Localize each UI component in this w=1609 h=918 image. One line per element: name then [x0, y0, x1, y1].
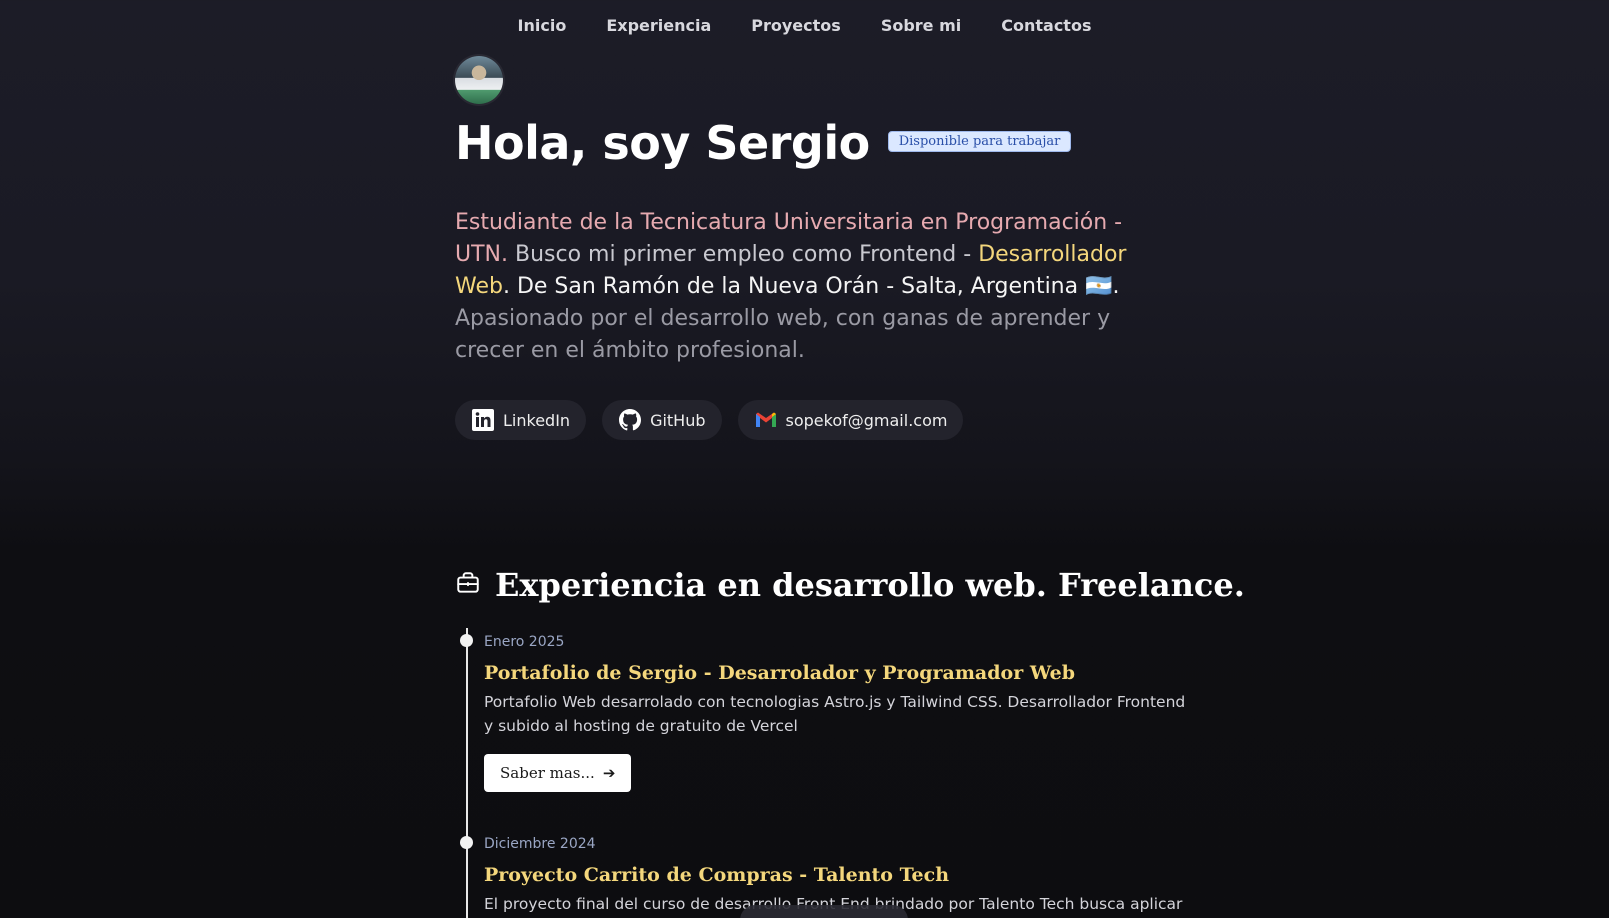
avatar: [455, 56, 503, 104]
intro-passion-text: Apasionado por el desarrollo web, con ga…: [455, 306, 1111, 363]
intro-location-text: . De San Ramón de la Nueva Orán - Salta,…: [502, 274, 1120, 299]
nav-link-experiencia[interactable]: Experiencia: [606, 16, 711, 35]
briefcase-icon: [455, 570, 481, 600]
timeline-line: [466, 628, 468, 918]
linkedin-label: LinkedIn: [503, 410, 571, 430]
email-label: sopekof@gmail.com: [785, 410, 948, 430]
experience-title: Experiencia en desarrollo web. Freelance…: [495, 566, 1245, 604]
entry-date: Enero 2025: [484, 634, 565, 650]
arrow-right-icon: ➔: [602, 764, 616, 782]
github-icon: [618, 408, 642, 432]
linkedin-icon: [471, 408, 495, 432]
saber-mas-button[interactable]: Saber mas... ➔: [484, 754, 632, 792]
nav-link-sobre-mi[interactable]: Sobre mi: [881, 16, 961, 35]
social-links: LinkedIn GitHub sopekof@gmail.com: [455, 400, 964, 440]
github-button[interactable]: GitHub: [602, 400, 722, 440]
entry-description: Portafolio Web desarrolado con tecnologi…: [484, 693, 1186, 735]
saber-mas-label: Saber mas...: [500, 764, 595, 782]
hero-intro: Estudiante de la Tecnicatura Universitar…: [455, 207, 1175, 367]
floating-dock[interactable]: [740, 905, 908, 918]
nav-link-contactos[interactable]: Contactos: [1001, 16, 1091, 35]
intro-job-text: Busco mi primer empleo como Frontend -: [508, 242, 979, 267]
availability-badge: Disponible para trabajar: [887, 130, 1072, 152]
entry-title: Proyecto Carrito de Compras - Talento Te…: [484, 864, 950, 886]
nav-link-proyectos[interactable]: Proyectos: [751, 16, 841, 35]
timeline-dot: [460, 836, 473, 849]
entry-date: Diciembre 2024: [484, 836, 596, 852]
hero-heading-row: Hola, soy Sergio Disponible para trabaja…: [455, 116, 1072, 170]
linkedin-button[interactable]: LinkedIn: [455, 400, 587, 440]
experience-entry: Enero 2025 Portafolio de Sergio - Desarr…: [484, 634, 1194, 792]
entry-title: Portafolio de Sergio - Desarrolador y Pr…: [484, 662, 1075, 684]
gmail-icon: [754, 408, 778, 432]
page-title: Hola, soy Sergio: [455, 116, 870, 170]
experience-heading: Experiencia en desarrollo web. Freelance…: [455, 566, 1245, 604]
github-label: GitHub: [650, 410, 706, 430]
top-navigation: Inicio Experiencia Proyectos Sobre mi Co…: [0, 0, 1609, 50]
nav-link-inicio[interactable]: Inicio: [518, 16, 567, 35]
email-button[interactable]: sopekof@gmail.com: [737, 400, 964, 440]
timeline-dot: [460, 634, 473, 647]
